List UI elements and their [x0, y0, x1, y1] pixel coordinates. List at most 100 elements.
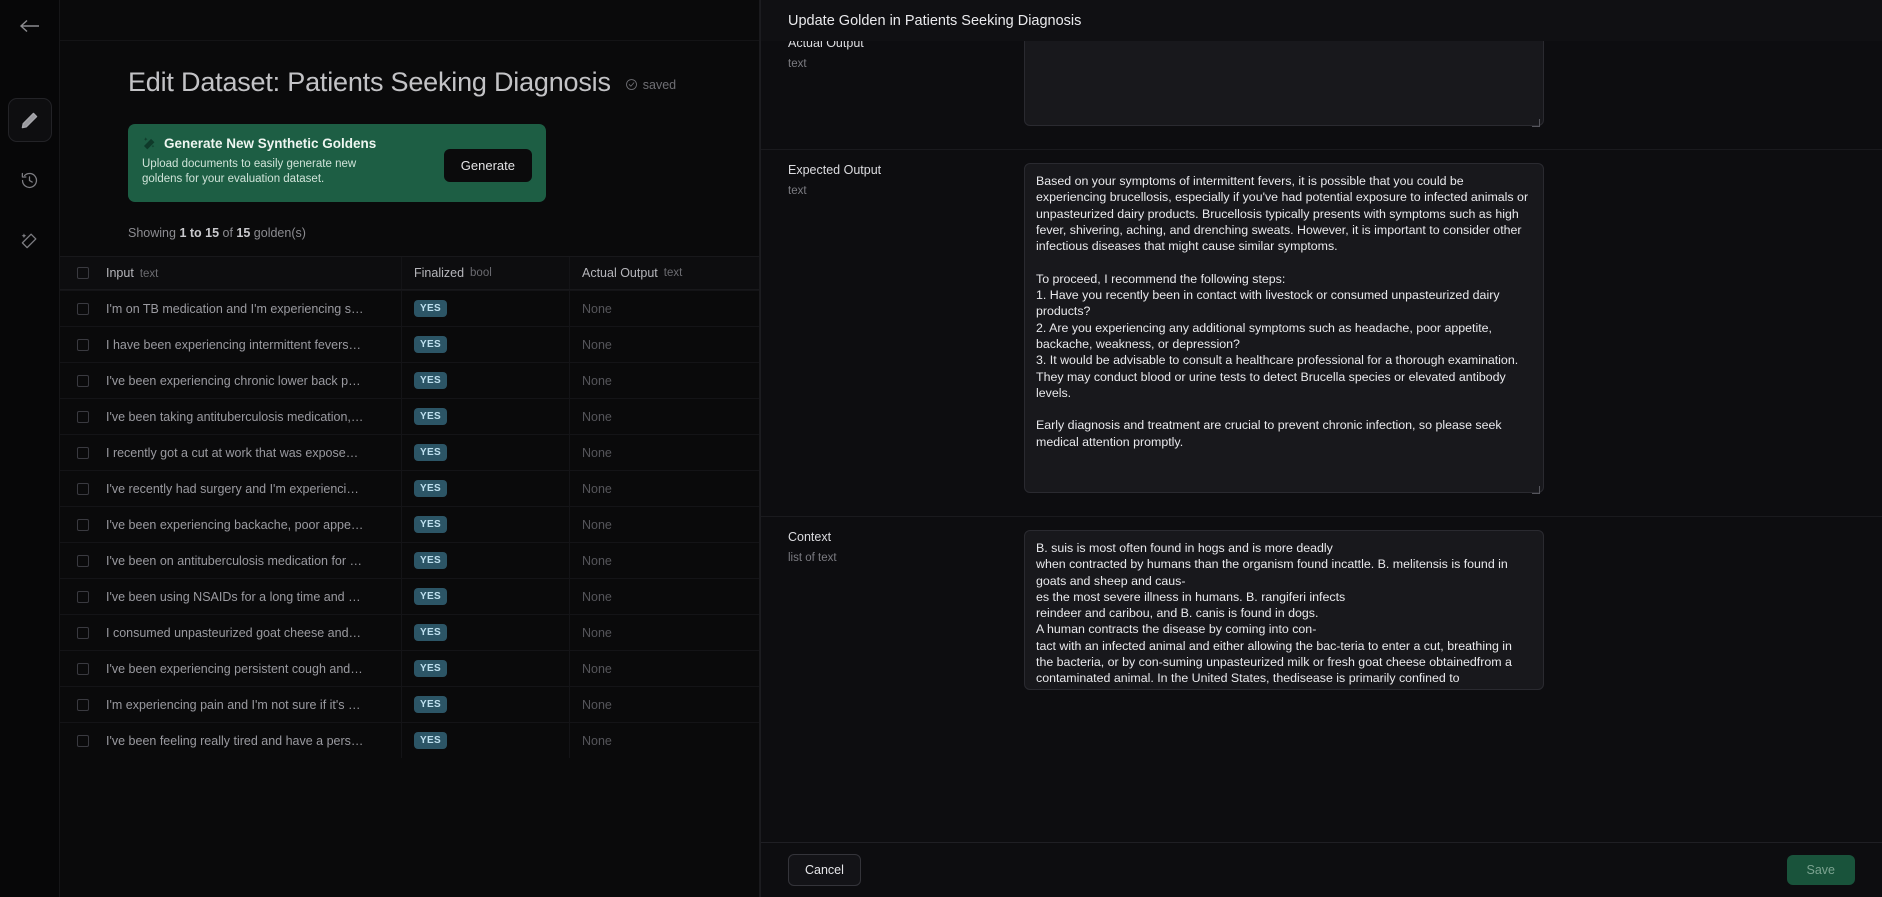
- row-select-cell: [60, 626, 106, 639]
- cell-actual-output-text: None: [582, 625, 612, 640]
- back-button[interactable]: [8, 10, 52, 42]
- cell-finalized[interactable]: YES: [401, 327, 569, 362]
- row-checkbox[interactable]: [77, 410, 89, 423]
- showing-total: 15: [236, 226, 251, 240]
- cell-actual-output[interactable]: None: [569, 687, 759, 722]
- cell-actual-output-text: None: [582, 589, 612, 604]
- table-row[interactable]: I've been experiencing backache, poor ap…: [60, 506, 759, 542]
- cell-finalized[interactable]: YES: [401, 435, 569, 470]
- cell-input-text: I've been on antituberculosis medication…: [106, 553, 364, 568]
- cell-finalized[interactable]: YES: [401, 507, 569, 542]
- cell-actual-output[interactable]: None: [569, 507, 759, 542]
- table-row[interactable]: I've been using NSAIDs for a long time a…: [60, 578, 759, 614]
- cell-actual-output-text: None: [582, 373, 612, 388]
- cell-input[interactable]: I've recently had surgery and I'm experi…: [106, 482, 401, 496]
- cell-input-text: I've been taking antituberculosis medica…: [106, 409, 364, 424]
- row-checkbox[interactable]: [77, 338, 89, 351]
- generate-button[interactable]: Generate: [443, 149, 532, 182]
- cell-input[interactable]: I recently got a cut at work that was ex…: [106, 446, 401, 460]
- cell-actual-output[interactable]: None: [569, 291, 759, 326]
- cell-input[interactable]: I've been taking antituberculosis medica…: [106, 410, 401, 424]
- column-header-finalized[interactable]: Finalized bool: [401, 257, 569, 289]
- check-circle-icon: [625, 79, 637, 90]
- status-badge: YES: [414, 732, 447, 749]
- row-checkbox[interactable]: [77, 446, 89, 459]
- cell-finalized[interactable]: YES: [401, 651, 569, 686]
- table-row[interactable]: I'm on TB medication and I'm experiencin…: [60, 290, 759, 326]
- cell-finalized[interactable]: YES: [401, 471, 569, 506]
- table-row[interactable]: I've been on antituberculosis medication…: [60, 542, 759, 578]
- cancel-button[interactable]: Cancel: [788, 854, 861, 886]
- table-row[interactable]: I'm experiencing pain and I'm not sure i…: [60, 686, 759, 722]
- table-row[interactable]: I recently got a cut at work that was ex…: [60, 434, 759, 470]
- table-row[interactable]: I have been experiencing intermittent fe…: [60, 326, 759, 362]
- row-checkbox[interactable]: [77, 734, 89, 747]
- table-row[interactable]: I've been taking antituberculosis medica…: [60, 398, 759, 434]
- cell-input-text: I've recently had surgery and I'm experi…: [106, 481, 364, 496]
- table-row[interactable]: I've been feeling really tired and have …: [60, 722, 759, 758]
- actual-output-textarea[interactable]: [1024, 41, 1544, 126]
- cell-input[interactable]: I've been on antituberculosis medication…: [106, 554, 401, 568]
- cell-actual-output[interactable]: None: [569, 327, 759, 362]
- cell-finalized[interactable]: YES: [401, 723, 569, 758]
- status-badge: YES: [414, 408, 447, 425]
- row-checkbox[interactable]: [77, 374, 89, 387]
- cell-actual-output[interactable]: None: [569, 543, 759, 578]
- cell-input[interactable]: I consumed unpasteurized goat cheese and…: [106, 626, 401, 640]
- field-context-control: [1024, 517, 1842, 713]
- column-header-input[interactable]: Input text: [106, 264, 401, 282]
- row-select-cell: [60, 698, 106, 711]
- cell-input-text: I've been experiencing persistent cough …: [106, 661, 364, 676]
- cell-finalized[interactable]: YES: [401, 543, 569, 578]
- cell-input[interactable]: I've been experiencing persistent cough …: [106, 662, 401, 676]
- row-checkbox[interactable]: [77, 482, 89, 495]
- left-icon-rail: [0, 0, 60, 897]
- generate-goldens-card: Generate New Synthetic Goldens Upload do…: [128, 124, 546, 202]
- expected-output-textarea[interactable]: [1024, 163, 1544, 493]
- cell-input[interactable]: I'm on TB medication and I'm experiencin…: [106, 302, 401, 316]
- cell-finalized[interactable]: YES: [401, 579, 569, 614]
- cell-finalized[interactable]: YES: [401, 687, 569, 722]
- cell-actual-output[interactable]: None: [569, 723, 759, 758]
- rail-item-generate[interactable]: [8, 218, 52, 262]
- cell-actual-output[interactable]: None: [569, 435, 759, 470]
- table-row[interactable]: I consumed unpasteurized goat cheese and…: [60, 614, 759, 650]
- cell-actual-output-text: None: [582, 445, 612, 460]
- cell-actual-output[interactable]: None: [569, 363, 759, 398]
- row-select-cell: [60, 590, 106, 603]
- row-checkbox[interactable]: [77, 518, 89, 531]
- rail-item-edit[interactable]: [7, 98, 52, 142]
- row-checkbox[interactable]: [77, 698, 89, 711]
- cell-actual-output[interactable]: None: [569, 579, 759, 614]
- table-row[interactable]: I've been experiencing chronic lower bac…: [60, 362, 759, 398]
- row-checkbox[interactable]: [77, 626, 89, 639]
- cell-input-text: I've been feeling really tired and have …: [106, 733, 364, 748]
- status-badge: YES: [414, 660, 447, 677]
- cell-actual-output[interactable]: None: [569, 615, 759, 650]
- cell-finalized[interactable]: YES: [401, 615, 569, 650]
- cell-finalized[interactable]: YES: [401, 399, 569, 434]
- row-checkbox[interactable]: [77, 302, 89, 315]
- cell-input[interactable]: I've been experiencing backache, poor ap…: [106, 518, 401, 532]
- cell-actual-output-text: None: [582, 697, 612, 712]
- context-textarea[interactable]: [1024, 530, 1544, 690]
- cell-finalized[interactable]: YES: [401, 291, 569, 326]
- cell-finalized[interactable]: YES: [401, 363, 569, 398]
- column-header-actual-output[interactable]: Actual Output text: [569, 257, 759, 289]
- cell-input[interactable]: I'm experiencing pain and I'm not sure i…: [106, 698, 401, 712]
- cell-input[interactable]: I've been feeling really tired and have …: [106, 734, 401, 748]
- table-row[interactable]: I've recently had surgery and I'm experi…: [60, 470, 759, 506]
- row-checkbox[interactable]: [77, 590, 89, 603]
- table-row[interactable]: I've been experiencing persistent cough …: [60, 650, 759, 686]
- cell-actual-output[interactable]: None: [569, 399, 759, 434]
- rail-item-history[interactable]: [8, 158, 52, 202]
- cell-input[interactable]: I have been experiencing intermittent fe…: [106, 338, 401, 352]
- cell-input[interactable]: I've been using NSAIDs for a long time a…: [106, 590, 401, 604]
- select-all-checkbox[interactable]: [77, 267, 89, 279]
- cell-input[interactable]: I've been experiencing chronic lower bac…: [106, 374, 401, 388]
- row-checkbox[interactable]: [77, 554, 89, 567]
- cell-actual-output[interactable]: None: [569, 471, 759, 506]
- save-button[interactable]: Save: [1786, 855, 1855, 885]
- row-checkbox[interactable]: [77, 662, 89, 675]
- cell-actual-output[interactable]: None: [569, 651, 759, 686]
